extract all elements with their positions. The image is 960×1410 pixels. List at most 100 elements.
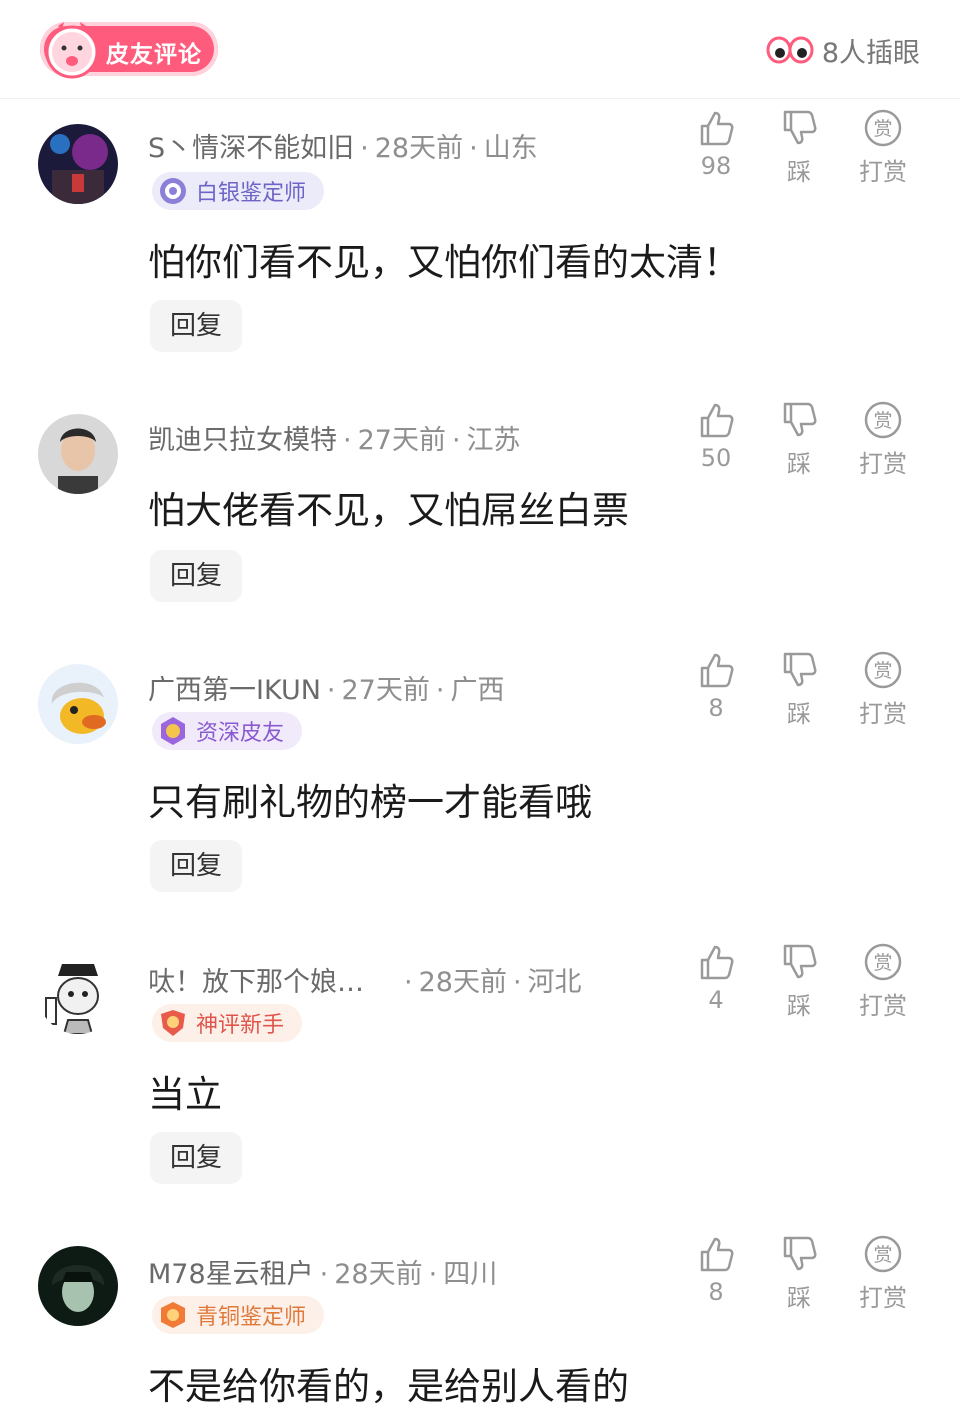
dislike-label: 踩 — [787, 1284, 811, 1312]
post-time: 27天前 — [341, 675, 430, 706]
avatar[interactable] — [38, 1246, 118, 1326]
dislike-label: 踩 — [787, 450, 811, 478]
reward-glyph: 赏 — [873, 410, 892, 432]
like-button[interactable]: 8 — [681, 1234, 751, 1306]
reward-button[interactable]: 赏 打赏 — [848, 1234, 918, 1313]
badge-label: 神评新手 — [196, 1013, 285, 1038]
reward-glyph: 赏 — [873, 952, 892, 974]
comments-title: 皮友评论 — [106, 42, 202, 68]
reward-button[interactable]: 赏 打赏 — [848, 650, 918, 729]
avatar[interactable] — [38, 124, 118, 204]
comment-text: 当立 — [148, 1073, 222, 1116]
comment-text: 怕大佬看不见，又怕屌丝白票 — [148, 489, 629, 532]
dislike-button[interactable]: 踩 — [764, 108, 834, 187]
dislike-label: 踩 — [787, 158, 811, 186]
reward-icon: 赏 — [864, 943, 902, 981]
reward-icon: 赏 — [864, 401, 902, 439]
thumbs-down-icon — [783, 1236, 817, 1271]
post-time: 28天前 — [334, 1259, 423, 1290]
like-button[interactable]: 4 — [681, 942, 751, 1014]
senior-badge-icon — [161, 717, 185, 745]
thumbs-down-icon — [783, 110, 817, 145]
post-time: 28天前 — [374, 133, 464, 164]
reply-button[interactable]: 回复 — [150, 300, 242, 352]
like-count: 98 — [700, 152, 732, 180]
reward-button[interactable]: 赏 打赏 — [848, 400, 918, 479]
username[interactable]: 呔！放下那个娘… — [148, 967, 364, 998]
comments-header: 皮友评论 8人插眼 — [0, 0, 960, 99]
thumbs-down-icon — [783, 652, 817, 687]
location: 四川 — [443, 1259, 498, 1290]
thumbs-up-icon — [700, 945, 734, 980]
thumbs-up-icon — [700, 111, 734, 146]
comment-meta: M78星云租户 · 28天前 · 四川 — [148, 1259, 498, 1290]
location: 广西 — [450, 675, 505, 706]
thumbs-down-icon — [783, 402, 817, 437]
user-badge: 白银鉴定师 — [152, 172, 325, 210]
reward-label: 打赏 — [859, 1284, 907, 1312]
comment-meta: 凯迪只拉女模特 · 27天前 · 江苏 — [148, 425, 521, 456]
avatar[interactable] — [38, 414, 118, 494]
thumbs-up-icon — [700, 653, 734, 688]
dislike-button[interactable]: 踩 — [764, 942, 834, 1021]
comments-title-pill: 皮友评论 — [40, 22, 218, 79]
reward-button[interactable]: 赏 打赏 — [848, 108, 918, 187]
like-button[interactable]: 8 — [681, 650, 751, 722]
user-badge: 青铜鉴定师 — [152, 1296, 325, 1334]
reward-glyph: 赏 — [873, 118, 892, 140]
reward-label: 打赏 — [859, 450, 907, 478]
peek-count-text: 8人插眼 — [821, 37, 920, 69]
avatar[interactable] — [38, 954, 118, 1034]
badge-label: 青铜鉴定师 — [196, 1305, 307, 1330]
reward-icon: 赏 — [864, 651, 902, 689]
avatar[interactable] — [38, 664, 118, 744]
post-time: 28天前 — [418, 967, 507, 998]
location: 山东 — [483, 133, 538, 164]
like-count: 50 — [700, 444, 732, 472]
like-button[interactable]: 50 — [681, 400, 751, 472]
user-badge: 资深皮友 — [152, 712, 303, 750]
silver-badge-icon — [160, 178, 186, 204]
newbie-badge-icon — [161, 1010, 185, 1036]
dislike-button[interactable]: 踩 — [764, 400, 834, 479]
post-time: 27天前 — [357, 425, 446, 456]
comment-meta: S丶情深不能如旧 · 28天前 · 山东 — [148, 133, 538, 164]
username[interactable]: 凯迪只拉女模特 — [148, 425, 337, 456]
comment-text: 怕你们看不见，又怕你们看的太清！ — [148, 241, 740, 284]
like-count: 8 — [708, 694, 724, 722]
eyes-icon — [766, 36, 814, 64]
location: 河北 — [527, 967, 582, 998]
dislike-label: 踩 — [787, 992, 811, 1020]
location: 江苏 — [466, 425, 521, 456]
dislike-label: 踩 — [787, 700, 811, 728]
like-button[interactable]: 98 — [681, 108, 751, 180]
bronze-badge-icon — [161, 1302, 185, 1328]
pink-face-icon — [45, 22, 99, 79]
badge-label: 白银鉴定师 — [196, 181, 307, 206]
reply-button[interactable]: 回复 — [150, 550, 242, 602]
like-count: 4 — [708, 986, 724, 1014]
reply-button[interactable]: 回复 — [150, 840, 242, 892]
thumbs-up-icon — [700, 403, 734, 438]
username[interactable]: M78星云租户 — [148, 1259, 314, 1290]
reward-icon: 赏 — [864, 1235, 902, 1273]
badge-label: 资深皮友 — [196, 721, 285, 746]
comment-meta: 呔！放下那个娘… · 28天前 · 河北 — [148, 967, 582, 998]
username[interactable]: 广西第一IKUN — [148, 675, 321, 706]
reward-icon: 赏 — [864, 109, 902, 147]
reward-glyph: 赏 — [873, 660, 892, 682]
thumbs-down-icon — [783, 944, 817, 979]
dislike-button[interactable]: 踩 — [764, 1234, 834, 1313]
reward-glyph: 赏 — [873, 1244, 892, 1266]
thumbs-up-icon — [700, 1237, 734, 1272]
reward-button[interactable]: 赏 打赏 — [848, 942, 918, 1021]
peek-count[interactable]: 8人插眼 — [766, 30, 920, 70]
username[interactable]: S丶情深不能如旧 — [148, 133, 354, 164]
dislike-button[interactable]: 踩 — [764, 650, 834, 729]
reward-label: 打赏 — [859, 992, 907, 1020]
reply-button[interactable]: 回复 — [150, 1132, 242, 1184]
user-badge: 神评新手 — [152, 1004, 303, 1042]
reward-label: 打赏 — [859, 158, 907, 186]
comment-text: 只有刷礼物的榜一才能看哦 — [148, 781, 592, 824]
reward-label: 打赏 — [859, 700, 907, 728]
